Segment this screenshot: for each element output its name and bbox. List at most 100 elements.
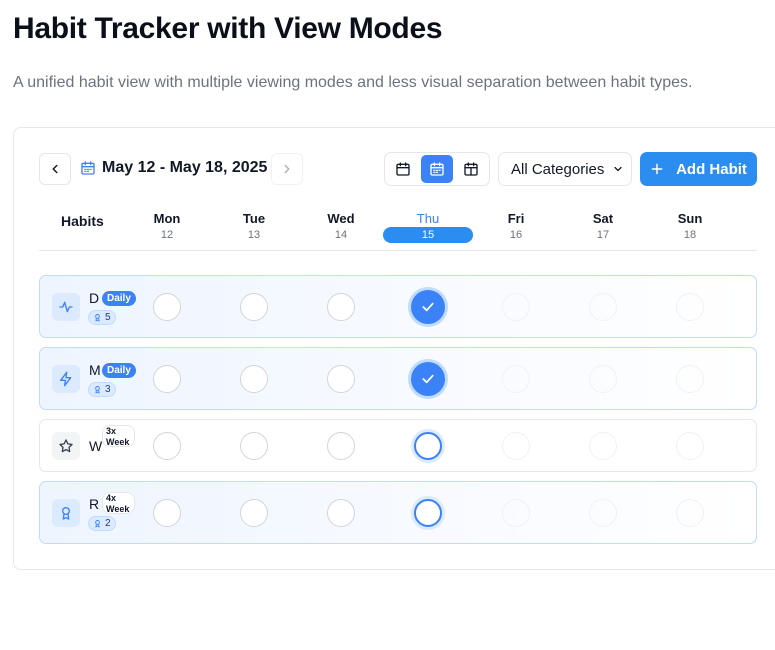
date-range: May 12 - May 18, 2025 <box>80 159 267 177</box>
month-view-button[interactable] <box>455 155 487 183</box>
habit-checkbox[interactable] <box>414 431 442 460</box>
habit-checkbox <box>676 431 704 460</box>
habit-checkbox[interactable] <box>153 364 181 393</box>
calendar-month-icon <box>464 162 478 176</box>
habit-checkbox <box>676 364 704 393</box>
habit-checkbox <box>502 498 530 527</box>
frequency-badge: 4x Week <box>102 491 135 514</box>
habit-name: W <box>89 437 103 454</box>
calendar-icon <box>81 161 95 175</box>
completed-checkbox[interactable] <box>411 289 445 324</box>
award-icon <box>95 519 100 528</box>
habit-checkbox[interactable] <box>327 431 355 460</box>
next-week-button[interactable] <box>271 153 303 185</box>
day-number: 13 <box>247 229 261 241</box>
habit-checkbox[interactable] <box>153 498 181 527</box>
day-header-sun: Sun 18 <box>645 212 735 242</box>
habit-checkbox <box>676 498 704 527</box>
habit-checkbox[interactable] <box>240 431 268 460</box>
frequency-badge: Daily <box>102 362 136 378</box>
habit-checkbox <box>589 292 617 321</box>
chevron-down-icon <box>614 166 623 172</box>
check-icon <box>422 302 434 311</box>
award-habit-icon <box>52 498 80 527</box>
award-icon <box>95 385 100 394</box>
day-name: Sun <box>677 211 703 226</box>
habit-checkbox[interactable] <box>240 364 268 393</box>
lightning-icon <box>60 371 72 386</box>
habit-row[interactable]: W 3x Week <box>39 419 757 472</box>
calendar-day-icon <box>396 162 410 176</box>
page-subtitle: A unified habit view with multiple viewi… <box>13 74 693 91</box>
previous-week-button[interactable] <box>39 153 71 185</box>
habit-checkbox[interactable] <box>153 292 181 321</box>
view-mode-toggle <box>384 152 490 186</box>
habit-checkbox <box>589 431 617 460</box>
calendar-week-icon <box>430 162 444 176</box>
day-number: 14 <box>334 229 348 241</box>
day-name: Mon <box>153 211 181 226</box>
activity-habit-icon <box>52 292 80 321</box>
star-habit-icon <box>52 431 80 460</box>
chevron-right-icon <box>284 164 290 174</box>
activity-icon <box>59 301 73 312</box>
check-icon <box>422 374 434 383</box>
day-view-button[interactable] <box>387 155 419 183</box>
add-habit-button[interactable]: Add Habit <box>640 152 757 186</box>
habit-checkbox[interactable] <box>327 364 355 393</box>
habit-checkbox[interactable] <box>327 498 355 527</box>
habit-checkbox[interactable] <box>240 498 268 527</box>
category-select[interactable]: All Categories <box>498 152 632 186</box>
habit-checkbox[interactable] <box>327 292 355 321</box>
completed-checkbox[interactable] <box>411 361 445 396</box>
day-name: Wed <box>327 211 355 226</box>
habits-column-header: Habits <box>61 213 104 229</box>
add-habit-label: Add Habit <box>676 160 747 178</box>
week-view-button[interactable] <box>421 155 453 183</box>
habit-checkbox <box>502 292 530 321</box>
day-header-fri: Fri 16 <box>471 212 561 242</box>
habit-checkbox <box>676 292 704 321</box>
plus-icon <box>651 163 663 175</box>
habit-name: D <box>89 289 100 306</box>
habit-checkbox <box>589 498 617 527</box>
award-icon <box>95 313 100 322</box>
habit-name: M <box>89 361 101 378</box>
lightning-habit-icon <box>52 364 80 393</box>
habit-tracker-card: May 12 - May 18, 2025 All Categories Add… <box>13 127 775 570</box>
habit-name: R <box>89 495 100 512</box>
streak-badge: 2 <box>88 515 116 531</box>
today-date-pill: 15 <box>383 227 473 243</box>
habit-checkbox <box>589 364 617 393</box>
streak-count: 2 <box>105 517 111 529</box>
day-name: Fri <box>507 211 525 226</box>
date-range-label: May 12 - May 18, 2025 <box>102 159 268 176</box>
streak-count: 3 <box>105 383 111 395</box>
header-divider <box>39 250 757 251</box>
habit-checkbox[interactable] <box>414 498 442 527</box>
day-number: 12 <box>160 229 174 241</box>
category-select-value: All Categories <box>511 160 605 178</box>
frequency-badge: 3x Week <box>102 424 135 447</box>
day-number: 17 <box>596 229 610 241</box>
day-name: Sat <box>592 211 614 226</box>
streak-badge: 3 <box>88 381 116 397</box>
page-title: Habit Tracker with View Modes <box>13 12 443 45</box>
day-name: Tue <box>242 211 266 226</box>
habit-row[interactable]: M Daily 3 <box>39 347 757 410</box>
day-header-sat: Sat 17 <box>558 212 648 242</box>
habit-row[interactable]: D Daily 5 <box>39 275 757 338</box>
habit-checkbox[interactable] <box>240 292 268 321</box>
day-header-thu: Thu 15 <box>383 212 473 243</box>
day-number: 18 <box>683 229 697 241</box>
habit-checkbox <box>502 431 530 460</box>
chevron-left-icon <box>52 164 58 174</box>
day-header-mon: Mon 12 <box>122 212 212 242</box>
star-icon <box>59 438 73 452</box>
day-number: 16 <box>509 229 523 241</box>
habit-checkbox <box>502 364 530 393</box>
habit-checkbox[interactable] <box>153 431 181 460</box>
day-header-wed: Wed 14 <box>296 212 386 242</box>
streak-count: 5 <box>105 311 111 323</box>
habit-row[interactable]: R 4x Week 2 <box>39 481 757 544</box>
